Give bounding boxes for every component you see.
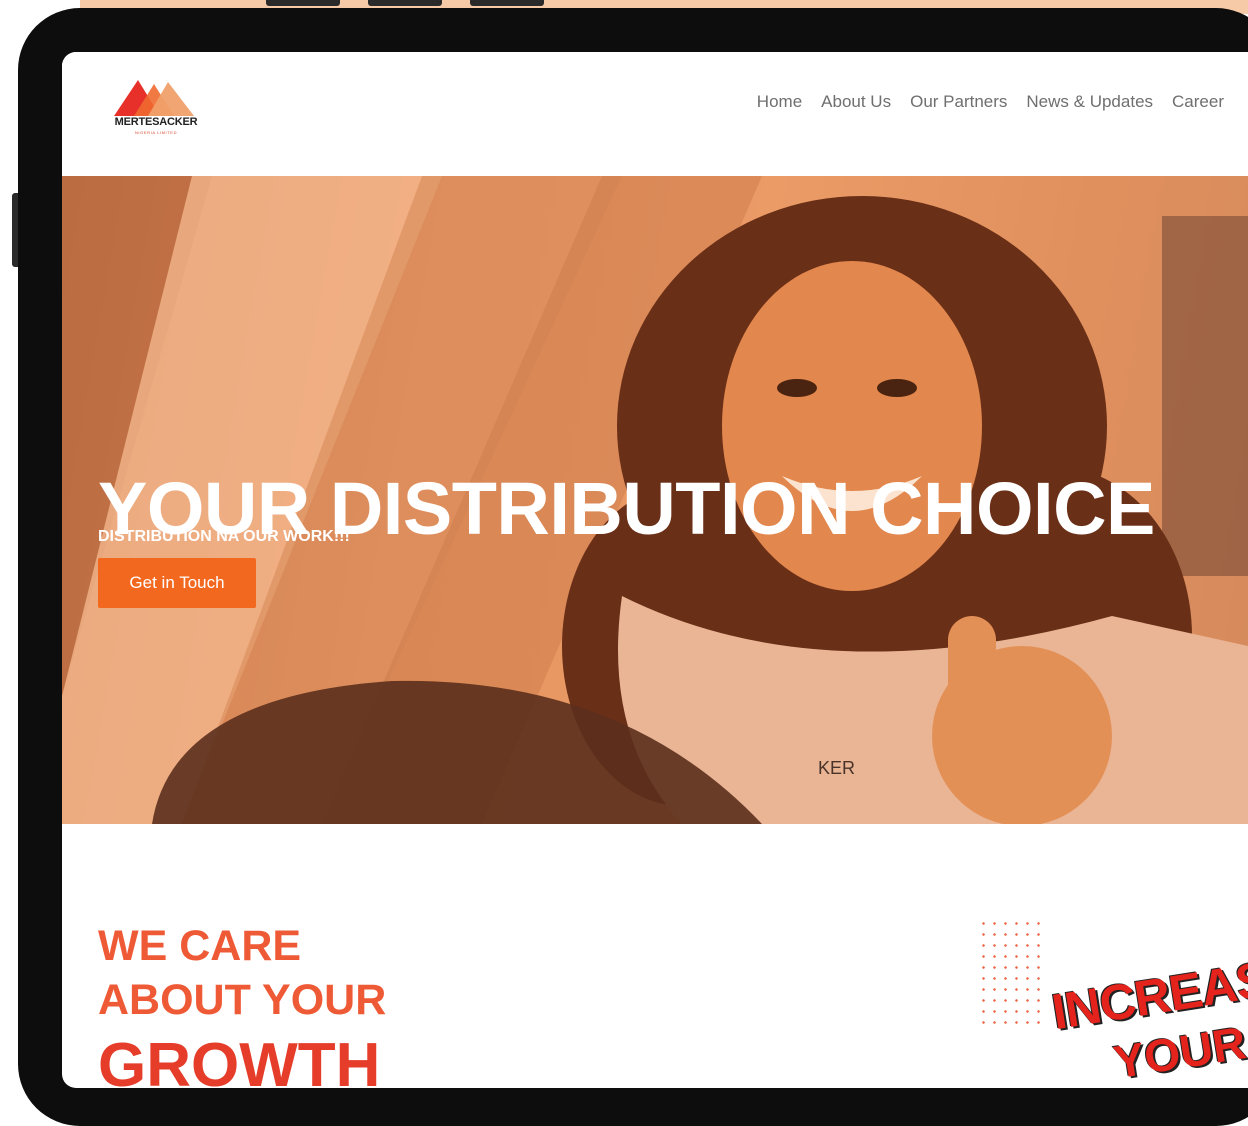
- site-header: MERTESACKER NIGERIA LIMITED Home About U…: [62, 52, 1248, 176]
- device-top-button: [368, 0, 442, 6]
- promo-graphic: INCREAS YOUR: [1048, 951, 1248, 1088]
- growth-heading-line2: ABOUT YOUR: [98, 976, 387, 1024]
- main-nav: Home About Us Our Partners News & Update…: [757, 92, 1224, 112]
- nav-about-us[interactable]: About Us: [821, 92, 891, 112]
- nav-news-updates[interactable]: News & Updates: [1026, 92, 1153, 112]
- shirt-text: KER: [818, 758, 855, 778]
- nav-our-partners[interactable]: Our Partners: [910, 92, 1007, 112]
- growth-heading-line3: GROWTH: [98, 1031, 381, 1088]
- nav-career[interactable]: Career: [1172, 92, 1224, 112]
- device-top-button: [266, 0, 340, 6]
- hero-subtitle: DISTRIBUTION NA OUR WORK!!!: [98, 528, 350, 545]
- logo-subtitle: NIGERIA LIMITED: [134, 130, 178, 135]
- growth-heading-line1: WE CARE: [98, 922, 302, 970]
- dot-pattern: [978, 918, 1048, 1030]
- nav-home[interactable]: Home: [757, 92, 802, 112]
- hero-section: KER YOUR DISTRIBUTION CHOICE DISTRIBUTIO…: [62, 176, 1248, 824]
- get-in-touch-button[interactable]: Get in Touch: [98, 558, 256, 608]
- logo-text: MERTESACKER: [114, 116, 198, 128]
- screen: MERTESACKER NIGERIA LIMITED Home About U…: [62, 52, 1248, 1088]
- device-top-button: [470, 0, 544, 6]
